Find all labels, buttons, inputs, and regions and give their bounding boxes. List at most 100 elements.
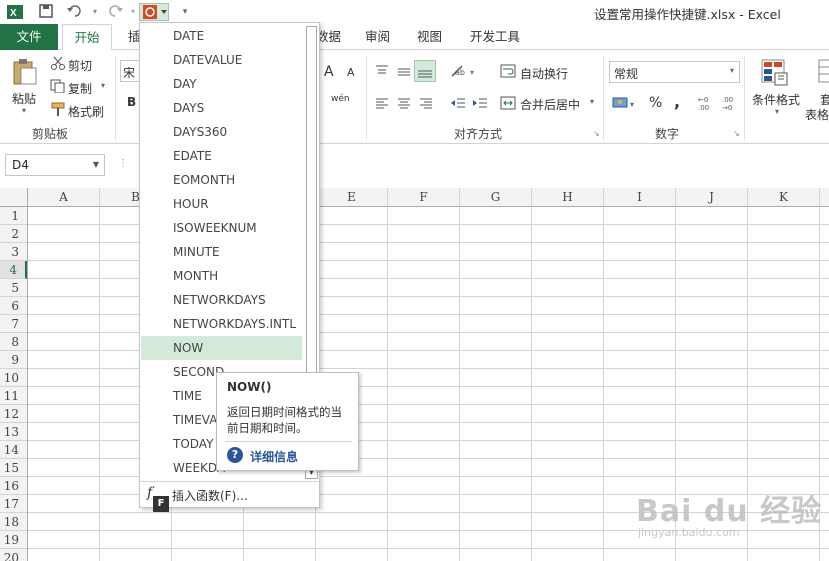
row-header[interactable]: 11 xyxy=(0,387,27,405)
function-item-days360[interactable]: DAYS360 xyxy=(141,120,302,144)
row-header[interactable]: 8 xyxy=(0,333,27,351)
conditional-format-icon[interactable] xyxy=(760,58,790,88)
merge-center-button[interactable]: 合并后居中 xyxy=(520,96,580,113)
wrap-text-icon[interactable] xyxy=(500,64,516,78)
number-format-select[interactable]: 常规 ▾ xyxy=(609,61,740,83)
align-bottom-icon[interactable] xyxy=(414,60,436,82)
function-item-minute[interactable]: MINUTE xyxy=(141,240,302,264)
row-header[interactable]: 18 xyxy=(0,513,27,531)
row-header[interactable]: 15 xyxy=(0,459,27,477)
function-item-day[interactable]: DAY xyxy=(141,72,302,96)
grow-font-button[interactable]: A xyxy=(324,64,334,80)
row-header[interactable]: 19 xyxy=(0,531,27,549)
row-header[interactable]: 5 xyxy=(0,279,27,297)
row-header[interactable]: 20 xyxy=(0,549,27,561)
formula-bar-splitter-icon[interactable]: ⋮ xyxy=(118,158,128,169)
column-header[interactable]: I xyxy=(604,188,676,207)
paste-dropdown-icon[interactable]: ▾ xyxy=(22,106,26,115)
comma-button[interactable]: , xyxy=(674,92,680,111)
column-header[interactable]: F xyxy=(388,188,460,207)
conditional-format-button[interactable]: 条件格式 xyxy=(752,91,800,108)
cut-icon[interactable] xyxy=(50,56,66,70)
save-icon[interactable] xyxy=(37,3,55,21)
insert-function-menu-item[interactable]: f F 插入函数(F)... xyxy=(140,481,319,512)
column-header[interactable]: K xyxy=(748,188,820,207)
function-item-eomonth[interactable]: EOMONTH xyxy=(141,168,302,192)
align-top-icon[interactable] xyxy=(374,64,390,78)
undo-icon[interactable] xyxy=(66,3,84,21)
select-all-corner[interactable] xyxy=(0,188,28,207)
increase-indent-icon[interactable] xyxy=(472,96,488,110)
row-header[interactable]: 9 xyxy=(0,351,27,369)
phonetic-button[interactable]: wén xyxy=(331,94,350,104)
name-box[interactable]: D4 ▼ xyxy=(5,154,105,176)
row-header[interactable]: 7 xyxy=(0,315,27,333)
redo-icon[interactable] xyxy=(106,3,124,21)
tab-file[interactable]: 文件 xyxy=(0,24,58,50)
copy-button[interactable]: 复制 xyxy=(68,80,92,97)
column-header[interactable]: A xyxy=(28,188,100,207)
column-header[interactable]: E xyxy=(316,188,388,207)
row-header[interactable]: 12 xyxy=(0,405,27,423)
number-launcher-icon[interactable]: ↘ xyxy=(733,129,740,138)
paste-button[interactable]: 粘贴 xyxy=(12,90,36,107)
align-right-icon[interactable] xyxy=(418,96,434,110)
row-header[interactable]: 16 xyxy=(0,477,27,495)
row-header[interactable]: 14 xyxy=(0,441,27,459)
function-item-days[interactable]: DAYS xyxy=(141,96,302,120)
function-item-edate[interactable]: EDATE xyxy=(141,144,302,168)
column-header[interactable]: H xyxy=(532,188,604,207)
function-item-date[interactable]: DATE xyxy=(141,24,302,48)
function-item-hour[interactable]: HOUR xyxy=(141,192,302,216)
copy-dropdown-icon[interactable]: ▾ xyxy=(101,81,105,90)
row-header[interactable]: 10 xyxy=(0,369,27,387)
tab-view[interactable]: 视图 xyxy=(417,24,442,50)
function-item-month[interactable]: MONTH xyxy=(141,264,302,288)
percent-button[interactable]: % xyxy=(649,95,662,111)
format-painter-button[interactable]: 格式刷 xyxy=(68,103,104,120)
row-header[interactable]: 17 xyxy=(0,495,27,513)
tooltip-help-link[interactable]: 详细信息 xyxy=(250,448,298,465)
format-as-table-icon[interactable] xyxy=(817,58,829,88)
copy-icon[interactable] xyxy=(50,79,66,94)
increase-decimal-icon[interactable]: ←0.00 xyxy=(698,94,718,112)
shrink-font-button[interactable]: A xyxy=(347,66,355,79)
row-header[interactable]: 1 xyxy=(0,207,27,225)
column-header[interactable]: G xyxy=(460,188,532,207)
align-left-icon[interactable] xyxy=(374,96,390,110)
format-painter-icon[interactable] xyxy=(50,102,66,116)
tab-developer[interactable]: 开发工具 xyxy=(470,24,520,50)
format-as-table-label-2[interactable]: 表格 xyxy=(805,106,829,123)
help-icon[interactable]: ? xyxy=(227,447,243,463)
decrease-indent-icon[interactable] xyxy=(450,96,466,110)
row-header[interactable]: 2 xyxy=(0,225,27,243)
tab-home[interactable]: 开始 xyxy=(62,24,112,51)
wrap-text-button[interactable]: 自动换行 xyxy=(520,65,568,82)
function-item-networkdays[interactable]: NETWORKDAYS xyxy=(141,288,302,312)
undo-dropdown-icon[interactable]: ▾ xyxy=(86,3,104,21)
conditional-format-dropdown-icon[interactable]: ▾ xyxy=(775,107,779,116)
tab-review[interactable]: 审阅 xyxy=(365,24,390,50)
function-item-isoweeknum[interactable]: ISOWEEKNUM xyxy=(141,216,302,240)
function-item-networkdays-intl[interactable]: NETWORKDAYS.INTL xyxy=(141,312,302,336)
paste-icon[interactable] xyxy=(12,58,38,86)
merge-center-icon[interactable] xyxy=(500,96,516,110)
font-name-box[interactable]: 宋 xyxy=(120,60,140,82)
row-header[interactable]: 6 xyxy=(0,297,27,315)
row-header[interactable]: 13 xyxy=(0,423,27,441)
bold-button[interactable]: B xyxy=(127,95,136,109)
function-item-datevalue[interactable]: DATEVALUE xyxy=(141,48,302,72)
function-item-now[interactable]: NOW xyxy=(141,336,302,360)
alignment-launcher-icon[interactable]: ↘ xyxy=(593,129,600,138)
decrease-decimal-icon[interactable]: .00 →0 xyxy=(722,94,742,112)
recently-used-functions-button[interactable] xyxy=(139,3,169,21)
merge-dropdown-icon[interactable]: ▾ xyxy=(590,97,594,106)
row-header[interactable]: 3 xyxy=(0,243,27,261)
cut-button[interactable]: 剪切 xyxy=(68,57,92,74)
align-middle-icon[interactable] xyxy=(396,64,412,78)
orientation-icon[interactable]: ab ▾ xyxy=(450,64,478,78)
align-center-icon[interactable] xyxy=(396,96,412,110)
row-header[interactable]: 4 xyxy=(0,261,27,279)
customize-qat-icon[interactable]: ▾ xyxy=(176,3,194,21)
column-header[interactable]: J xyxy=(676,188,748,207)
